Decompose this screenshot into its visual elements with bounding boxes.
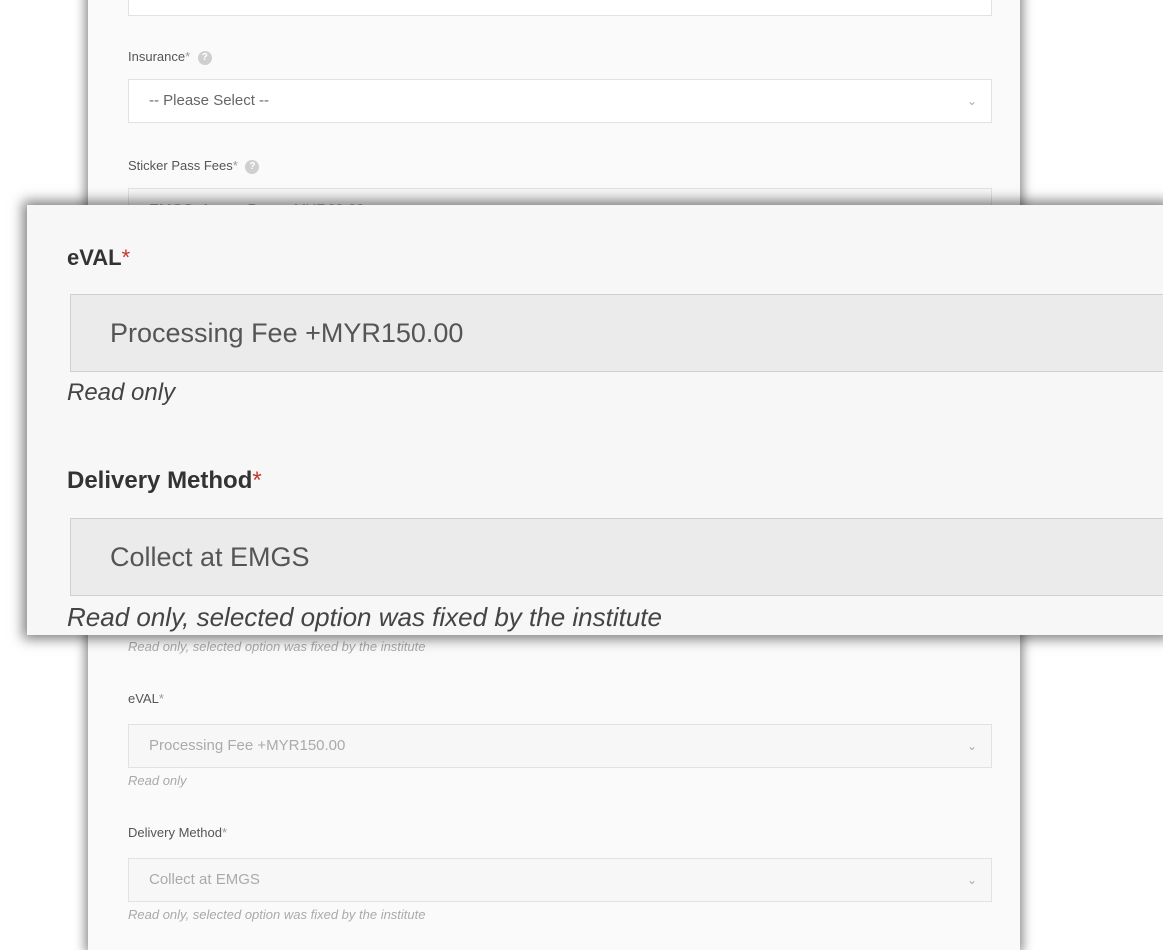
zoom-delivery-method-select-value: Collect at EMGS [110,542,310,572]
chevron-down-icon: ⌄ [966,739,977,753]
sticker-pass-fees-label: Sticker Pass Fees* ? [128,158,260,174]
zoom-delivery-method-select[interactable]: Collect at EMGS [70,518,1163,596]
eval-select[interactable]: Processing Fee +MYR150.00 ⌄ [128,724,992,768]
zoom-eval-select-value: Processing Fee +MYR150.00 [110,318,464,348]
delivery-method-select[interactable]: Collect at EMGS ⌄ [128,858,992,902]
chevron-down-icon: ⌄ [966,873,977,887]
zoom-eval-note: Read only [67,379,176,406]
delivery-method-note: Read only, selected option was fixed by … [128,907,426,922]
help-icon[interactable]: ? [197,50,212,65]
insurance-label: Insurance* ? [128,49,212,65]
zoom-delivery-method-note: Read only, selected option was fixed by … [67,602,662,632]
zoom-eval-label: eVAL* [67,245,131,270]
help-icon[interactable]: ? [245,159,260,174]
insurance-select[interactable]: -- Please Select -- ⌄ [128,79,992,123]
eval-label: eVAL* [128,691,164,706]
chevron-down-icon: ⌄ [966,94,977,108]
eval-select-value: Processing Fee +MYR150.00 [149,737,346,754]
insurance-select-value: -- Please Select -- [149,92,270,109]
zoom-callout: eVAL* Processing Fee +MYR150.00 Read onl… [27,205,1163,635]
zoom-delivery-method-label: Delivery Method* [67,467,262,494]
zoom-eval-select[interactable]: Processing Fee +MYR150.00 [70,294,1163,372]
partial-readonly-note: Read only, selected option was fixed by … [128,639,426,654]
previous-field-input[interactable] [128,0,992,16]
delivery-method-label: Delivery Method* [128,825,227,840]
delivery-method-select-value: Collect at EMGS [149,871,260,888]
eval-note: Read only [128,773,187,788]
